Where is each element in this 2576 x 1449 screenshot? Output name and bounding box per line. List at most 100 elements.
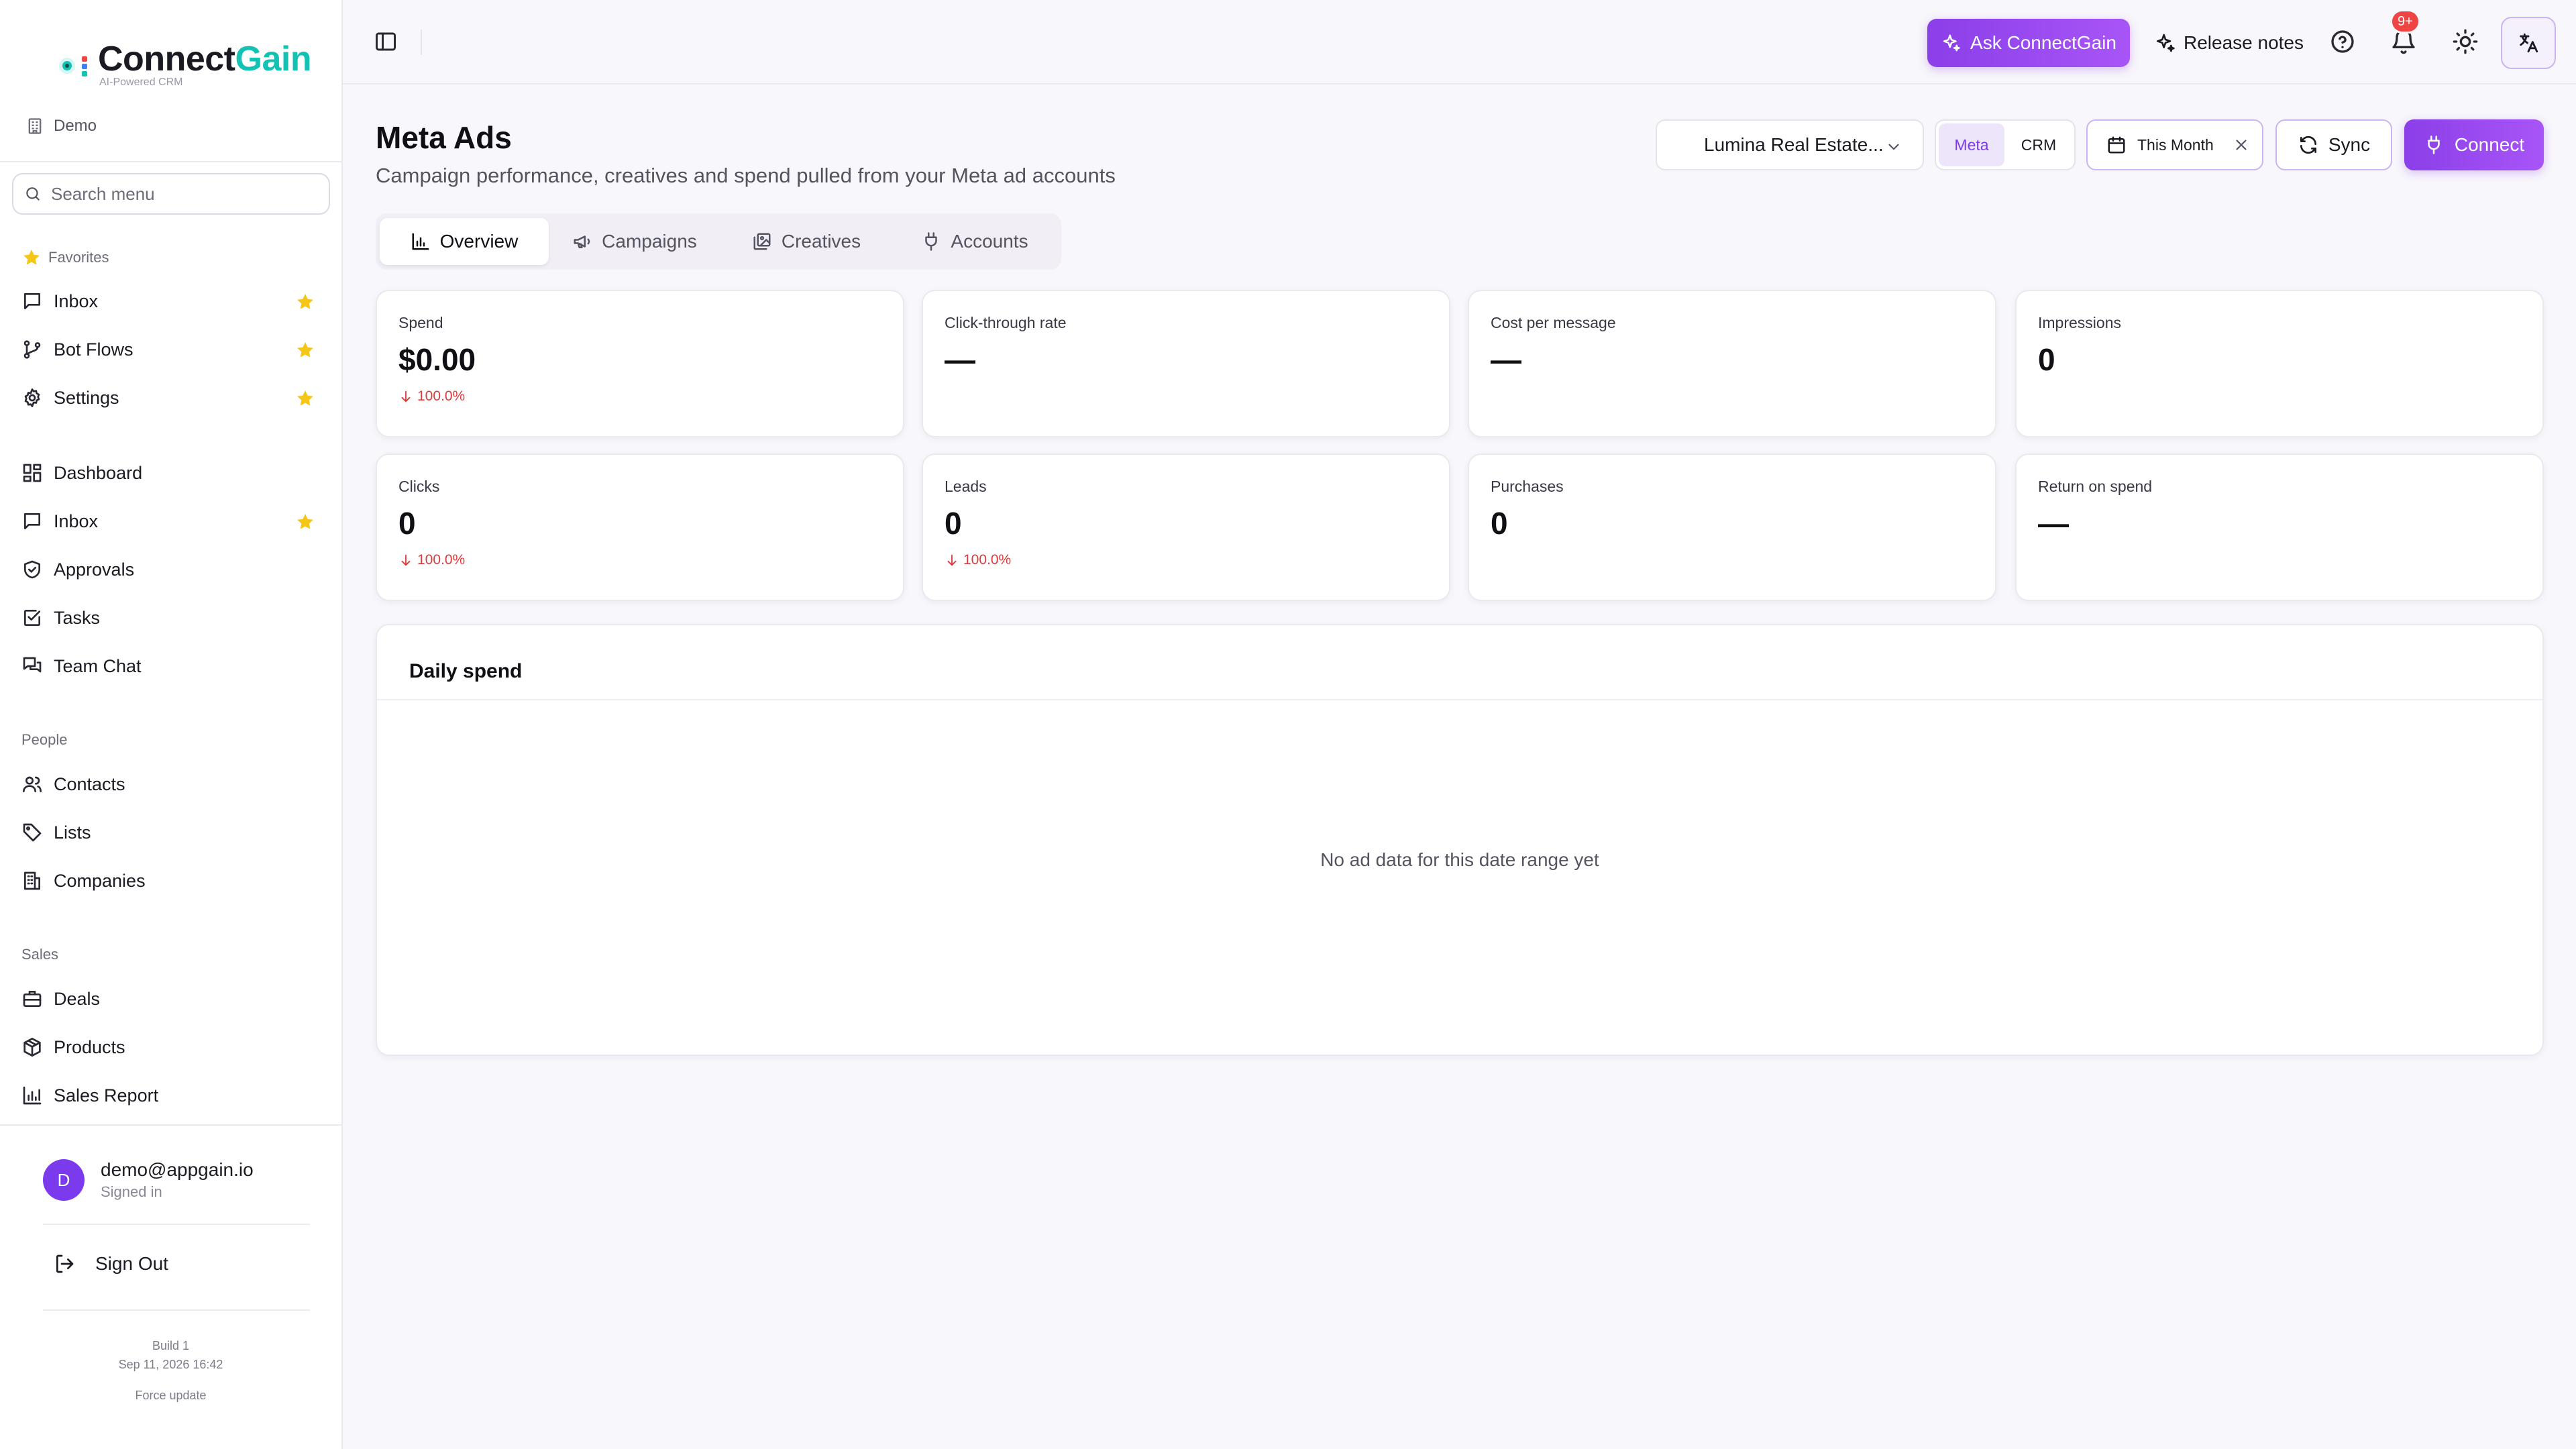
metric-delta: 100.0% bbox=[398, 552, 881, 568]
people-label: People bbox=[21, 731, 68, 748]
sidebar-item-approvals[interactable]: Approvals bbox=[12, 549, 330, 590]
source-option-crm[interactable]: CRM bbox=[2006, 123, 2072, 166]
date-range-label: This Month bbox=[2137, 136, 2214, 154]
metric-card-cost-per-message: Cost per message — bbox=[1468, 290, 1996, 437]
metric-value: — bbox=[1491, 342, 1521, 377]
favorites-label-text: Favorites bbox=[48, 249, 109, 266]
building-icon bbox=[24, 871, 40, 890]
tab-creatives[interactable]: Creatives bbox=[720, 218, 892, 265]
release-notes-button[interactable]: Release notes bbox=[2154, 19, 2304, 67]
tab-overview[interactable]: Overview bbox=[380, 218, 549, 265]
tag-icon bbox=[23, 823, 42, 842]
search-input[interactable] bbox=[51, 183, 319, 205]
metric-value: — bbox=[2038, 506, 2069, 541]
brand-logo[interactable]: ConnectGain AI-Powered CRM bbox=[55, 39, 312, 99]
metric-label: Cost per message bbox=[1491, 314, 1616, 331]
sign-out-button[interactable]: Sign Out bbox=[54, 1253, 168, 1275]
workspace-switcher[interactable]: Demo bbox=[25, 117, 97, 136]
top-bar: Ask ConnectGain Release notes 9+ bbox=[343, 0, 2576, 85]
sidebar-item-deals[interactable]: Deals bbox=[12, 978, 330, 1020]
tab-label: Overview bbox=[439, 231, 519, 252]
star-icon[interactable] bbox=[295, 292, 315, 312]
chevron-down-icon bbox=[1888, 144, 1899, 150]
sidebar-toggle-icon[interactable] bbox=[374, 30, 398, 54]
help-icon[interactable] bbox=[2329, 28, 2356, 55]
sun-icon[interactable] bbox=[2452, 28, 2479, 55]
date-range-picker[interactable]: This Month bbox=[2086, 119, 2263, 170]
message-square-icon bbox=[24, 293, 40, 309]
sparkles-icon bbox=[2157, 34, 2175, 52]
build-date: Sep 11, 2026 16:42 bbox=[118, 1358, 223, 1371]
favorite-item-settings[interactable]: Settings bbox=[12, 377, 330, 419]
empty-state-message: No ad data for this date range yet bbox=[1320, 849, 1599, 870]
force-update-link[interactable]: Force update bbox=[0, 1389, 341, 1403]
metric-value: — bbox=[945, 342, 975, 377]
ad-account-select[interactable]: Lumina Real Estate... bbox=[1656, 119, 1924, 170]
tab-campaigns[interactable]: Campaigns bbox=[549, 218, 720, 265]
source-option-meta[interactable]: Meta bbox=[1939, 123, 2004, 166]
sidebar-item-team-chat[interactable]: Team Chat bbox=[12, 645, 330, 687]
ask-assistant-label: Ask ConnectGain bbox=[1970, 32, 2116, 53]
metric-label: Impressions bbox=[2038, 314, 2121, 331]
nav-label: Dashboard bbox=[54, 462, 143, 483]
star-icon[interactable] bbox=[295, 512, 315, 532]
brand-name-part1: Connect bbox=[98, 40, 235, 78]
sidebar-item-contacts[interactable]: Contacts bbox=[12, 763, 330, 805]
user-profile[interactable]: D demo@appgain.io Signed in bbox=[43, 1159, 254, 1201]
notification-badge: 9+ bbox=[2390, 9, 2420, 34]
sync-button[interactable]: Sync bbox=[2275, 119, 2392, 170]
bar-chart-icon bbox=[412, 233, 429, 250]
language-button[interactable] bbox=[2501, 17, 2556, 69]
images-icon bbox=[753, 233, 771, 250]
source-toggle: Meta CRM bbox=[1935, 119, 2076, 170]
favorite-item-inbox[interactable]: Inbox bbox=[12, 280, 330, 322]
arrow-down-icon bbox=[947, 554, 957, 566]
star-icon[interactable] bbox=[295, 340, 315, 360]
release-notes-label: Release notes bbox=[2184, 32, 2304, 53]
ad-account-value: Lumina Real Estate... bbox=[1704, 134, 1884, 155]
nav-label: Sales Report bbox=[54, 1085, 159, 1106]
metric-value: 0 bbox=[398, 506, 416, 541]
tab-label: Accounts bbox=[951, 231, 1028, 252]
star-icon bbox=[23, 250, 40, 265]
metric-label: Leads bbox=[945, 478, 987, 495]
topbar-separator bbox=[421, 30, 422, 55]
sidebar-divider bbox=[0, 1124, 341, 1126]
sidebar-item-lists[interactable]: Lists bbox=[12, 812, 330, 853]
metric-value: 0 bbox=[945, 506, 962, 541]
nav-label: Inbox bbox=[54, 511, 99, 531]
user-divider bbox=[43, 1224, 310, 1225]
metric-delta-value: 100.0% bbox=[417, 388, 466, 404]
bar-chart-icon bbox=[23, 1086, 42, 1105]
user-email: demo@appgain.io bbox=[101, 1159, 254, 1180]
shield-check-icon bbox=[24, 560, 40, 579]
metric-card-purchases: Purchases 0 bbox=[1468, 453, 1996, 601]
nav-label: Tasks bbox=[54, 607, 101, 628]
sidebar-item-companies[interactable]: Companies bbox=[12, 860, 330, 902]
sidebar-item-products[interactable]: Products bbox=[12, 1026, 330, 1068]
nav-label: Approvals bbox=[54, 559, 135, 580]
check-square-icon bbox=[24, 610, 40, 626]
page-subtitle: Campaign performance, creatives and spen… bbox=[376, 164, 1116, 187]
brand-tagline: AI-Powered CRM bbox=[99, 76, 183, 88]
workspace-label: Demo bbox=[54, 117, 97, 135]
arrow-down-icon bbox=[401, 390, 411, 402]
favorite-item-bot-flows[interactable]: Bot Flows bbox=[12, 329, 330, 370]
sidebar-item-sales-report[interactable]: Sales Report bbox=[12, 1075, 330, 1116]
sidebar-item-tasks[interactable]: Tasks bbox=[12, 597, 330, 639]
tab-accounts[interactable]: Accounts bbox=[892, 218, 1057, 265]
daily-spend-panel: Daily spend No ad data for this date ran… bbox=[376, 624, 2544, 1056]
page-title: Meta Ads bbox=[376, 120, 512, 155]
sidebar-item-dashboard[interactable]: Dashboard bbox=[12, 452, 330, 494]
ask-assistant-button[interactable]: Ask ConnectGain bbox=[1927, 19, 2130, 67]
star-icon[interactable] bbox=[295, 388, 315, 409]
calendar-icon bbox=[2108, 136, 2125, 154]
metric-value: $0.00 bbox=[398, 342, 476, 377]
connect-button[interactable]: Connect bbox=[2404, 119, 2544, 170]
sidebar-item-inbox[interactable]: Inbox bbox=[12, 500, 330, 542]
close-icon[interactable] bbox=[2233, 136, 2250, 154]
metric-delta-value: 100.0% bbox=[417, 552, 466, 568]
logo-mark-icon bbox=[59, 56, 87, 76]
messages-icon bbox=[23, 657, 42, 673]
metric-card-impressions: Impressions 0 bbox=[2015, 290, 2544, 437]
